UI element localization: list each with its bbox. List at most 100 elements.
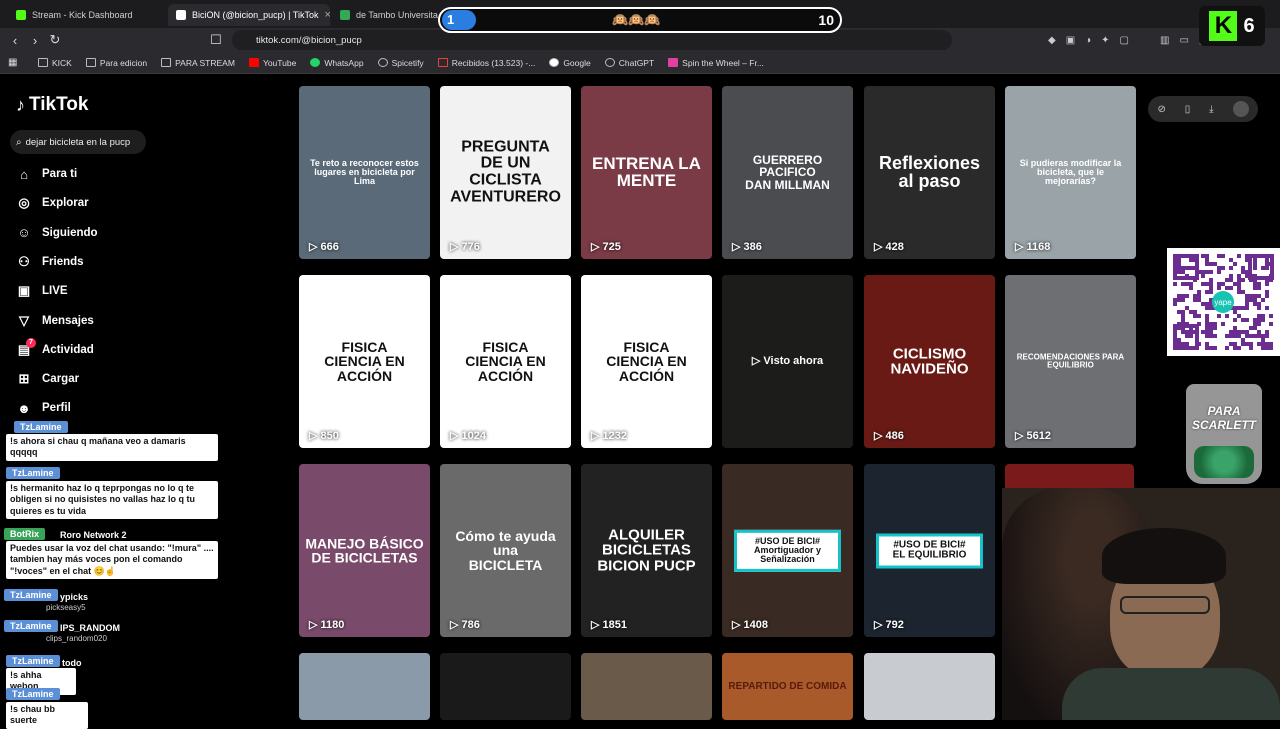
qr-module xyxy=(1205,342,1209,346)
video-card[interactable]: ▷ Visto ahora xyxy=(722,275,853,448)
nav-item-cargar[interactable]: ⊞ Cargar xyxy=(16,371,80,387)
qr-module xyxy=(1193,314,1197,318)
tab-kick-dashboard[interactable]: Stream - Kick Dashboard xyxy=(8,4,168,26)
video-card[interactable]: ENTRENA LA MENTE ▷ 725 xyxy=(581,86,712,259)
qr-module xyxy=(1213,334,1217,338)
qr-module xyxy=(1265,294,1269,298)
apps-grid-icon[interactable]: ▦ xyxy=(8,57,17,68)
play-icon: ▷ xyxy=(732,619,741,631)
video-card[interactable]: ALQUILER BICICLETAS BICION PUCP ▷ 1851 xyxy=(581,464,712,637)
video-card[interactable]: CICLISMO NAVIDEÑO ▷ 486 xyxy=(864,275,995,448)
qr-module xyxy=(1229,278,1233,282)
video-card[interactable]: FISICA CIENCIA EN ACCIÓN ▷ 1024 xyxy=(440,275,571,448)
bookmark-para-stream[interactable]: PARA STREAM xyxy=(161,58,235,68)
qr-module xyxy=(1177,298,1181,302)
nav-label: Friends xyxy=(42,255,84,268)
play-icon: ▷ xyxy=(1015,241,1024,253)
view-count: ▷ 850 xyxy=(309,429,339,443)
search-input[interactable]: ⌕ dejar bicicleta en la pucp xyxy=(10,130,146,154)
nav-label: Siguiendo xyxy=(42,226,98,239)
qr-module xyxy=(1197,314,1201,318)
video-card[interactable]: GUERRERO PACIFICO DAN MILLMAN ▷ 386 xyxy=(722,86,853,259)
bookmark-spicetify[interactable]: Spicetify xyxy=(377,58,424,68)
reload-icon[interactable]: ↻ xyxy=(45,32,65,48)
qr-module xyxy=(1241,342,1245,346)
forward-icon[interactable]: › xyxy=(25,33,45,48)
extension-icons[interactable]: ◆▣◑✦▢ xyxy=(1048,35,1139,46)
video-cover-text: FISICA CIENCIA EN ACCIÓN xyxy=(324,338,405,384)
video-card[interactable] xyxy=(299,653,430,720)
bookmark-youtube[interactable]: YouTube xyxy=(248,58,296,68)
device-icon[interactable]: ▯ xyxy=(1185,104,1191,115)
chat-message: !s ahora si chau q mañana veo a damaris … xyxy=(6,434,218,461)
qr-module xyxy=(1205,318,1209,322)
tab-maps[interactable]: de Tambo Universitaria · xyxy=(332,4,438,26)
play-icon: ▷ xyxy=(309,430,318,442)
bookmark-google[interactable]: Google xyxy=(549,58,591,68)
video-card[interactable] xyxy=(581,653,712,720)
video-card[interactable]: Si pudieras modificar la bicicleta, que … xyxy=(1005,86,1136,259)
video-card[interactable]: #USO DE BICI# EL EQUILIBRIO ▷ 792 xyxy=(864,464,995,637)
avatar-icon[interactable] xyxy=(1232,101,1249,117)
view-count-number: 428 xyxy=(885,240,904,253)
qr-module xyxy=(1237,330,1241,334)
play-icon: ▷ xyxy=(309,241,318,253)
play-icon: ▷ xyxy=(1015,430,1024,442)
qr-module xyxy=(1253,258,1257,262)
back-icon[interactable]: ‹ xyxy=(5,33,25,48)
share-icon[interactable]: ⊘ xyxy=(1157,104,1165,115)
nav-item-perfil[interactable]: ☻ Perfil xyxy=(16,400,71,416)
play-icon: ▷ xyxy=(874,241,883,253)
nav-item-siguiendo[interactable]: ☺ Siguiendo xyxy=(16,225,98,241)
tiktok-logo[interactable]: ♪ TikTok xyxy=(16,94,88,116)
qr-module xyxy=(1217,266,1221,270)
video-card[interactable]: Reflexiones al paso ▷ 428 xyxy=(864,86,995,259)
qr-module xyxy=(1209,290,1213,294)
nav-item-mensajes[interactable]: ▽ Mensajes xyxy=(16,313,94,329)
nav-item-friends[interactable]: ⚇ Friends xyxy=(16,254,84,270)
kick-favicon-icon xyxy=(16,10,26,20)
qr-module xyxy=(1205,262,1209,266)
bookmark-para-edicion[interactable]: Para edicion xyxy=(85,58,147,68)
tab-tiktok[interactable]: BiciON (@bicion_pucp) | TikTok × xyxy=(168,4,330,26)
chat-username: TzLamine xyxy=(4,620,58,632)
bookmark-gmail[interactable]: Recibidos (13.523) -... xyxy=(437,58,535,68)
nav-item-explorar[interactable]: ◎ Explorar xyxy=(16,195,88,211)
video-card[interactable] xyxy=(864,653,995,720)
video-cover-text: Reflexiones al paso xyxy=(878,152,981,192)
qr-module xyxy=(1229,258,1233,262)
nav-item-actividad[interactable]: ▤ 7 Actividad xyxy=(16,337,94,358)
qr-module xyxy=(1201,254,1205,258)
video-card[interactable] xyxy=(440,653,571,720)
download-icon[interactable]: ⤓ xyxy=(1209,104,1213,115)
qr-module xyxy=(1205,334,1209,338)
video-card[interactable]: MANEJO BÁSICO DE BICICLETAS ▷ 1180 xyxy=(299,464,430,637)
video-card[interactable]: PREGUNTA DE UN CICLISTA AVENTURERO ▷ 776 xyxy=(440,86,571,259)
bookmark-spin-wheel[interactable]: Spin the Wheel – Fr... xyxy=(668,58,764,68)
tab-title: Stream - Kick Dashboard xyxy=(32,10,133,20)
video-card[interactable]: Te reto a reconocer estos lugares en bic… xyxy=(299,86,430,259)
qr-module xyxy=(1241,278,1245,282)
qr-module xyxy=(1209,326,1213,330)
qr-module xyxy=(1237,254,1241,258)
video-card[interactable]: #USO DE BICI# Amortiguador y Señalizació… xyxy=(722,464,853,637)
play-icon: ▷ xyxy=(874,430,883,442)
video-cover-text: #USO DE BICI# EL EQUILIBRIO xyxy=(876,533,983,568)
video-cover-text: PREGUNTA DE UN CICLISTA AVENTURERO xyxy=(450,137,561,206)
video-card[interactable]: FISICA CIENCIA EN ACCIÓN ▷ 1232 xyxy=(581,275,712,448)
video-card[interactable]: REPARTIDO DE COMIDA xyxy=(722,653,853,720)
video-card[interactable]: FISICA CIENCIA EN ACCIÓN ▷ 850 xyxy=(299,275,430,448)
bookmark-kick[interactable]: KICK xyxy=(38,58,72,68)
tab-title: de Tambo Universitaria · xyxy=(356,10,438,20)
nav-item-para-ti[interactable]: ⌂ Para ti xyxy=(16,166,77,182)
close-tab-icon[interactable]: × xyxy=(325,9,330,21)
search-icon: ⌕ xyxy=(16,136,22,148)
nav-item-live[interactable]: ▣ LIVE xyxy=(16,283,68,299)
video-card[interactable]: Cómo te ayuda una BICICLETA ▷ 786 xyxy=(440,464,571,637)
video-card[interactable]: RECOMENDACIONES PARA EQUILIBRIO ▷ 5612 xyxy=(1005,275,1136,448)
url-field[interactable]: tiktok.com/@bicion_pucp xyxy=(232,30,952,50)
qr-module xyxy=(1205,314,1209,318)
bookmark-chatgpt[interactable]: ChatGPT xyxy=(604,58,654,68)
bookmark-icon[interactable]: ☐ xyxy=(206,32,226,48)
bookmark-whatsapp[interactable]: WhatsApp xyxy=(310,58,364,68)
